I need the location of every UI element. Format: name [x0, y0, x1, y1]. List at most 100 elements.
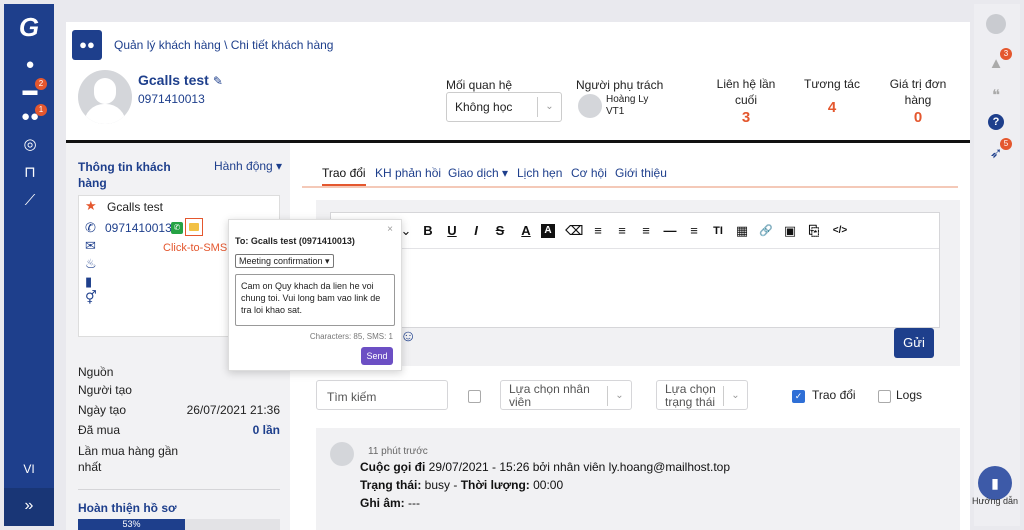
italic-icon[interactable]: I: [467, 222, 485, 240]
action-dropdown[interactable]: Hành động ▾: [214, 159, 282, 173]
log-recording-line: Ghi âm: ---: [360, 496, 420, 510]
relation-select[interactable]: Không học ⌄: [446, 92, 562, 122]
language-switch[interactable]: VI: [4, 462, 54, 476]
tab-lich-hen[interactable]: Lịch hẹn: [517, 166, 562, 180]
birthday-cake-icon: ♨: [85, 256, 97, 271]
trao-doi-checkbox[interactable]: ✓: [792, 390, 805, 403]
bell-icon[interactable]: ▲ 3: [984, 48, 1012, 76]
sms-message-textarea[interactable]: Cam on Quy khach da lien he voi chung to…: [235, 274, 395, 326]
tab-kh-phan-hoi[interactable]: KH phản hồi: [375, 166, 441, 180]
logo-icon[interactable]: G: [14, 12, 44, 42]
table-icon[interactable]: ▦: [733, 222, 751, 240]
sms-template-select[interactable]: Meeting confirmation ▾: [235, 254, 334, 268]
field-created-date: Ngày tạo 26/07/2021 21:36: [78, 403, 280, 417]
sales-badge: 2: [35, 78, 47, 90]
tab-trao-doi[interactable]: Trao đổi: [322, 166, 366, 186]
tab-co-hoi[interactable]: Cơ hội: [571, 166, 607, 180]
customers-badge: 1: [35, 104, 47, 116]
pencil-icon[interactable]: ✎: [213, 74, 223, 88]
click-to-sms-label: Click-to-SMS: [163, 242, 228, 254]
ordered-list-icon[interactable]: ≡: [685, 222, 703, 240]
chevron-down-icon: ⌄: [537, 97, 561, 117]
sms-icon: [189, 223, 199, 231]
rocket-badge: 5: [1000, 138, 1012, 150]
help-icon[interactable]: ?: [984, 110, 1008, 134]
customers-header-icon: ●●: [72, 30, 102, 60]
stat-order-value: Giá trị đơn hàng 0: [889, 77, 947, 126]
owner-avatar: [578, 94, 602, 118]
field-purchases: Đã mua 0 lần: [78, 423, 280, 437]
template-icon[interactable]: ⎘: [805, 222, 823, 240]
guide-label[interactable]: Hướng dẫn: [970, 496, 1020, 506]
eraser-icon[interactable]: ⌫: [565, 222, 583, 240]
logs-label: Logs: [896, 388, 923, 402]
horizontal-rule-icon[interactable]: —: [661, 222, 679, 240]
sms-send-button[interactable]: Send: [361, 347, 393, 365]
activity-log-item: 11 phút trước Cuộc gọi đi 29/07/2021 - 1…: [316, 428, 960, 530]
expand-sidebar-button[interactable]: »: [4, 488, 54, 526]
main-panel: ●● Quản lý khách hàng \ Chi tiết khách h…: [66, 22, 970, 530]
field-creator: Người tạo: [78, 383, 132, 397]
bold-icon[interactable]: B: [419, 222, 437, 240]
chat-icon[interactable]: ❝: [984, 84, 1008, 108]
notification-badge: 3: [1000, 48, 1012, 60]
cart-icon[interactable]: ⊓: [19, 162, 41, 184]
trao-doi-label: Trao đổi: [812, 388, 856, 402]
field-last-purchase: Lần mua hàng gần nhất: [78, 444, 179, 474]
owner-label: Người phụ trách: [576, 78, 664, 92]
message-composer: ⌄ B U I S A A ⌫ ≡ ≡ ≡ — ≡ TI ▦ 🔗 ▣ ⎘ </>: [316, 200, 960, 366]
editor-toolbar: ⌄ B U I S A A ⌫ ≡ ≡ ≡ — ≡ TI ▦ 🔗 ▣ ⎘ </>: [331, 213, 939, 249]
call-icon[interactable]: ✆: [171, 222, 183, 234]
send-message-button[interactable]: Gửi: [894, 328, 934, 358]
bookmark-icon: ▮: [85, 274, 93, 289]
strikethrough-icon[interactable]: S: [491, 222, 509, 240]
profile-avatar-icon[interactable]: [984, 12, 1008, 36]
guide-book-icon[interactable]: ▮: [978, 466, 1012, 500]
filter-bar: Tìm kiếm Lựa chọn nhân viên ⌄ Lựa chọn tr…: [316, 376, 960, 416]
contact-phone[interactable]: 0971410013: [105, 221, 172, 235]
search-input[interactable]: Tìm kiếm: [316, 380, 448, 410]
profile-progress-fill: 53%: [78, 519, 186, 530]
code-icon[interactable]: </>: [829, 222, 851, 240]
chevron-down-icon: ⌄: [607, 386, 631, 406]
link-icon[interactable]: 🔗: [757, 222, 775, 240]
close-icon[interactable]: ×: [387, 224, 393, 235]
rich-text-editor[interactable]: ⌄ B U I S A A ⌫ ≡ ≡ ≡ — ≡ TI ▦ 🔗 ▣ ⎘ </>: [330, 212, 940, 328]
target-icon[interactable]: ◎: [19, 134, 41, 156]
status-select[interactable]: Lựa chọn trạng thái ⌄: [656, 380, 748, 410]
info-title: Thông tin khách hàng: [78, 160, 171, 190]
staff-select[interactable]: Lựa chọn nhân viên ⌄: [500, 380, 632, 410]
customer-name: Gcalls test ✎: [138, 72, 223, 88]
customer-phone: 0971410013: [138, 92, 205, 106]
log-status-line: Trạng thái: busy - Thời lượng: 00:00: [360, 478, 564, 492]
tab-gioi-thieu[interactable]: Giới thiệu: [615, 166, 667, 180]
sms-popup: × To: Gcalls test (0971410013) Meeting c…: [228, 219, 402, 371]
underline-icon[interactable]: U: [443, 222, 461, 240]
emoji-icon[interactable]: ☺: [400, 328, 418, 346]
tab-giao-dich[interactable]: Giao dịch ▾: [448, 166, 508, 180]
owner-name: Hoàng Ly VT1: [606, 94, 649, 117]
rocket-icon[interactable]: ➶ 5: [984, 138, 1012, 166]
image-icon[interactable]: ▣: [781, 222, 799, 240]
briefcase-icon[interactable]: ▬ 2: [19, 78, 47, 102]
list-bullet-icon[interactable]: ≡: [589, 222, 607, 240]
breadcrumb[interactable]: Quản lý khách hàng \ Chi tiết khách hàng: [114, 38, 333, 52]
text-size-icon[interactable]: TI: [709, 222, 727, 240]
filter-checkbox[interactable]: [468, 390, 481, 403]
chart-icon[interactable]: ⟋: [19, 190, 41, 212]
right-rail: ▲ 3 ❝ ? ➶ 5 ▮ Hướng dẫn: [972, 4, 1020, 526]
log-time: 11 phút trước: [368, 446, 428, 457]
stat-last-contact: Liên hệ lần cuối 3: [716, 77, 776, 126]
user-icon[interactable]: ●: [19, 54, 41, 76]
customer-avatar: [78, 70, 132, 124]
font-color-icon[interactable]: A: [517, 222, 535, 240]
align-icon[interactable]: ≡: [637, 222, 655, 240]
highlight-icon[interactable]: A: [541, 224, 555, 238]
logs-checkbox[interactable]: [878, 390, 891, 403]
sms-button[interactable]: [185, 218, 203, 236]
relation-label: Mối quan hệ: [446, 78, 513, 92]
sms-popup-title: To: Gcalls test (0971410013): [235, 236, 355, 246]
users-icon[interactable]: ●● 1: [19, 104, 47, 128]
indent-icon[interactable]: ≡: [613, 222, 631, 240]
left-sidebar: G ● ▬ 2 ●● 1 ◎ ⊓ ⟋ VI »: [4, 4, 54, 526]
